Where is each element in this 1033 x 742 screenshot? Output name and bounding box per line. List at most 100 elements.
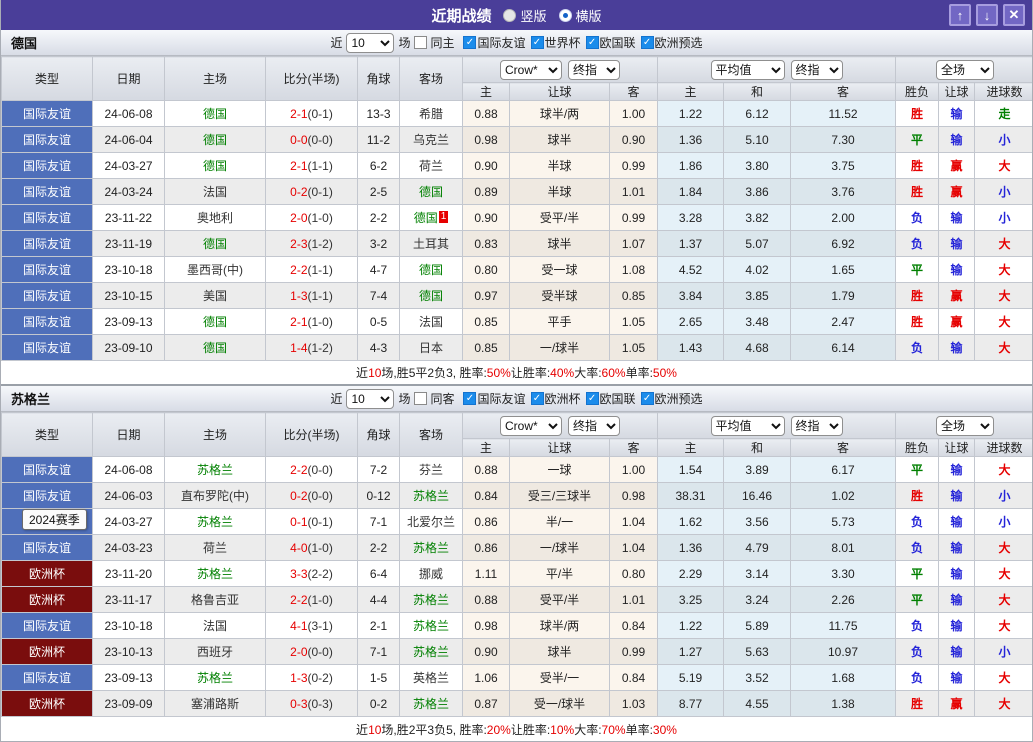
- league-type-cell[interactable]: 国际友谊: [2, 665, 93, 691]
- competition-filter-label: 世界杯: [545, 34, 581, 51]
- radio-selected-icon[interactable]: [559, 9, 572, 22]
- match-date: 23-09-09: [93, 691, 165, 717]
- games-label: 场: [398, 34, 410, 51]
- league-type-cell[interactable]: 国际友谊: [2, 153, 93, 179]
- handicap-line: 一球: [510, 457, 610, 483]
- checkbox-icon[interactable]: ✓: [463, 36, 476, 49]
- score-cell: 4-1(3-1): [266, 613, 358, 639]
- move-down-button[interactable]: ↓: [976, 4, 998, 26]
- league-type-cell[interactable]: 欧洲杯: [2, 691, 93, 717]
- league-type-cell[interactable]: 欧洲杯: [2, 639, 93, 665]
- league-type-cell[interactable]: 国际友谊: [2, 127, 93, 153]
- checkbox-icon[interactable]: ✓: [641, 392, 654, 405]
- goals-over-under-cell: 小: [975, 509, 1033, 535]
- match-row: 欧洲杯23-11-17格鲁吉亚2-2(1-0)4-4苏格兰0.88受平/半1.0…: [2, 587, 1033, 613]
- competition-filter[interactable]: ✓世界杯: [531, 34, 581, 51]
- asian-handicap-result-cell: 输: [939, 483, 975, 509]
- goals-over-under-cell: 大: [975, 457, 1033, 483]
- match-date: 24-03-24: [93, 179, 165, 205]
- summary-segment: 单率:: [626, 721, 653, 738]
- league-type-cell[interactable]: 国际友谊: [2, 335, 93, 361]
- summary-segment: 50%: [487, 366, 511, 380]
- competition-filter[interactable]: ✓国际友谊: [463, 34, 525, 51]
- fulltime-select[interactable]: 全场: [936, 416, 994, 436]
- away-team-name: 英格兰: [413, 671, 449, 685]
- summary-segment: 70%: [602, 723, 626, 737]
- final-odds-select[interactable]: 终指: [568, 60, 620, 80]
- avg-away-odds: 1.68: [791, 665, 896, 691]
- league-type-cell[interactable]: 国际友谊: [2, 179, 93, 205]
- halftime-score: (0-0): [308, 463, 333, 477]
- fulltime-score: 1-3: [290, 671, 307, 685]
- goals-over-under-cell: 大: [975, 561, 1033, 587]
- bookmaker-select[interactable]: Crow*: [500, 60, 562, 80]
- match-date: 24-06-04: [93, 127, 165, 153]
- away-team-cell: 德国1: [400, 205, 463, 231]
- bookmaker-select[interactable]: Crow*: [500, 416, 562, 436]
- close-icon: ✕: [1009, 7, 1020, 23]
- competition-filter[interactable]: ✓欧国联: [586, 34, 636, 51]
- checkbox-icon[interactable]: ✓: [531, 36, 544, 49]
- arrow-up-icon: ↑: [957, 8, 964, 23]
- result-cell: 胜: [896, 179, 939, 205]
- layout-vertical-option[interactable]: 竖版: [503, 6, 546, 25]
- competition-filter[interactable]: ✓国际友谊: [463, 390, 525, 407]
- average-select[interactable]: 平均值: [711, 60, 785, 80]
- competition-filter[interactable]: ✓欧洲杯: [531, 390, 581, 407]
- match-row: 欧洲杯23-11-20苏格兰3-3(2-2)6-4挪威1.11平/半0.802.…: [2, 561, 1033, 587]
- fulltime-select-group: 全场: [896, 57, 1033, 83]
- league-type-cell[interactable]: 国际友谊: [2, 457, 93, 483]
- score-cell: 2-0(1-0): [266, 205, 358, 231]
- bookmaker-home-odds: 0.89: [463, 179, 510, 205]
- score-cell: 1-3(0-2): [266, 665, 358, 691]
- league-type-cell[interactable]: 国际友谊: [2, 309, 93, 335]
- checkbox-icon[interactable]: ✓: [531, 392, 544, 405]
- competition-filter[interactable]: ✓欧洲预选: [641, 390, 703, 407]
- home-team-name: 德国: [203, 107, 227, 121]
- asian-handicap-result-cell: 输: [939, 613, 975, 639]
- league-type-cell[interactable]: 国际友谊: [2, 613, 93, 639]
- league-type-cell[interactable]: 国际友谊: [2, 231, 93, 257]
- league-type-cell[interactable]: 国际友谊: [2, 101, 93, 127]
- home-team-cell: 苏格兰: [165, 665, 266, 691]
- match-count-select[interactable]: 10: [346, 389, 394, 409]
- league-type-cell[interactable]: 欧洲杯: [2, 561, 93, 587]
- league-type-cell[interactable]: 欧洲杯: [2, 587, 93, 613]
- handicap-line: 受半球: [510, 283, 610, 309]
- home-team-name: 法国: [203, 619, 227, 633]
- average-select[interactable]: 平均值: [711, 416, 785, 436]
- checkbox-icon[interactable]: ✓: [463, 392, 476, 405]
- same-venue-filter[interactable]: 同主: [414, 34, 454, 51]
- checkbox-icon[interactable]: ✓: [586, 392, 599, 405]
- move-up-button[interactable]: ↑: [949, 4, 971, 26]
- close-button[interactable]: ✕: [1003, 4, 1025, 26]
- corner-cell: 11-2: [358, 127, 400, 153]
- final-odds-select-2[interactable]: 终指: [791, 60, 843, 80]
- competition-filter[interactable]: ✓欧洲预选: [641, 34, 703, 51]
- final-odds-select-2[interactable]: 终指: [791, 416, 843, 436]
- layout-horizontal-option[interactable]: 横版: [559, 6, 602, 25]
- league-type-cell[interactable]: 国际友谊: [2, 283, 93, 309]
- fulltime-score: 1-3: [290, 289, 307, 303]
- league-type-cell[interactable]: 国际友谊: [2, 535, 93, 561]
- same-venue-filter[interactable]: 同客: [414, 390, 454, 407]
- avg-draw-odds: 3.89: [724, 457, 791, 483]
- sub-header-goals: 进球数: [975, 439, 1033, 457]
- goals-over-under-cell: 大: [975, 335, 1033, 361]
- avg-draw-odds: 4.68: [724, 335, 791, 361]
- final-odds-select[interactable]: 终指: [568, 416, 620, 436]
- asian-handicap-result-cell: 输: [939, 509, 975, 535]
- radio-unselected-icon[interactable]: [503, 9, 516, 22]
- competition-filter[interactable]: ✓欧国联: [586, 390, 636, 407]
- checkbox-icon[interactable]: ✓: [641, 36, 654, 49]
- match-count-select[interactable]: 10: [346, 33, 394, 53]
- league-type-cell[interactable]: 国际友谊: [2, 483, 93, 509]
- checkbox-icon[interactable]: ✓: [586, 36, 599, 49]
- checkbox-icon[interactable]: [414, 36, 427, 49]
- bookmaker-home-odds: 0.87: [463, 691, 510, 717]
- avg-draw-odds: 3.52: [724, 665, 791, 691]
- league-type-cell[interactable]: 国际友谊: [2, 257, 93, 283]
- fulltime-select[interactable]: 全场: [936, 60, 994, 80]
- league-type-cell[interactable]: 国际友谊: [2, 205, 93, 231]
- checkbox-icon[interactable]: [414, 392, 427, 405]
